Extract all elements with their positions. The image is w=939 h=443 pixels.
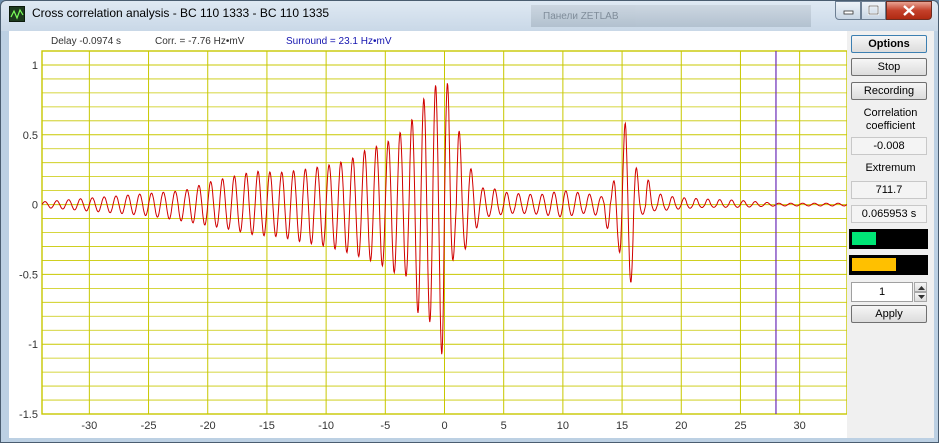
- chevron-down-icon: [918, 295, 925, 299]
- x-tick-label: 10: [557, 420, 569, 432]
- recording-button[interactable]: Recording: [851, 82, 927, 100]
- apply-button[interactable]: Apply: [851, 305, 927, 323]
- cross-correlation-window: Cross correlation analysis - BC 110 1333…: [0, 0, 939, 443]
- chevron-up-icon: [918, 286, 925, 290]
- client-area: Delay -0.0974 s Corr. = -7.76 Hz•mV Surr…: [9, 31, 934, 438]
- window-title: Cross correlation analysis - BC 110 1333…: [32, 6, 330, 20]
- y-tick-label: -1: [28, 339, 38, 351]
- channel-stepper[interactable]: 1: [851, 282, 927, 302]
- x-tick-label: -25: [141, 420, 157, 432]
- options-button[interactable]: Options: [851, 35, 927, 53]
- correlation-chart[interactable]: 1 0.5 0 -0.5 -1 -1.5 -30 -25 -20 -15 -10 -5 0 5 10 15 20…: [9, 31, 847, 438]
- title-bar[interactable]: Cross correlation analysis - BC 110 1333…: [1, 1, 938, 27]
- correlation-coefficient-value: -0.008: [851, 137, 927, 155]
- y-tick-label: 1: [32, 60, 38, 72]
- x-tick-label: 20: [675, 420, 687, 432]
- correlation-coefficient-label: Correlation coefficient: [863, 107, 918, 132]
- plot-area[interactable]: Delay -0.0974 s Corr. = -7.76 Hz•mV Surr…: [9, 31, 847, 438]
- stepper-value[interactable]: 1: [851, 282, 913, 302]
- close-button[interactable]: [886, 1, 932, 20]
- x-tick-label: 0: [441, 420, 447, 432]
- close-icon: [903, 5, 915, 16]
- x-tick-label: -5: [380, 420, 390, 432]
- x-tick-label: 30: [794, 420, 806, 432]
- maximize-icon: [867, 4, 880, 16]
- stop-button[interactable]: Stop: [851, 58, 927, 76]
- x-tick-label: -15: [259, 420, 275, 432]
- background-window-tab: Панели ZETLAB: [531, 5, 811, 27]
- y-tick-label: 0.5: [23, 130, 38, 142]
- stepper-down-button[interactable]: [914, 292, 927, 302]
- background-tab-label: Панели ZETLAB: [543, 11, 619, 22]
- x-tick-label: -20: [200, 420, 216, 432]
- maximize-button[interactable]: [861, 1, 886, 20]
- extremum-label: Extremum: [865, 162, 916, 174]
- stepper-up-button[interactable]: [914, 282, 927, 292]
- x-tick-label: -30: [81, 420, 97, 432]
- extremum-time-value: 0.065953 s: [851, 205, 927, 223]
- green-level-indicator: [849, 229, 928, 249]
- yellow-level-indicator: [849, 255, 928, 275]
- x-tick-label: 15: [616, 420, 628, 432]
- x-tick-label: 25: [734, 420, 746, 432]
- x-tick-label: -10: [318, 420, 334, 432]
- minimize-button[interactable]: [835, 1, 861, 20]
- y-tick-label: -1.5: [19, 409, 38, 421]
- x-tick-label: 5: [501, 420, 507, 432]
- green-level-fill: [852, 232, 876, 245]
- y-tick-label: -0.5: [19, 269, 38, 281]
- y-tick-label: 0: [32, 200, 38, 212]
- minimize-icon: [843, 10, 854, 15]
- yellow-level-fill: [852, 258, 896, 271]
- extremum-value: 711.7: [851, 181, 927, 199]
- oscilloscope-icon: [9, 6, 25, 22]
